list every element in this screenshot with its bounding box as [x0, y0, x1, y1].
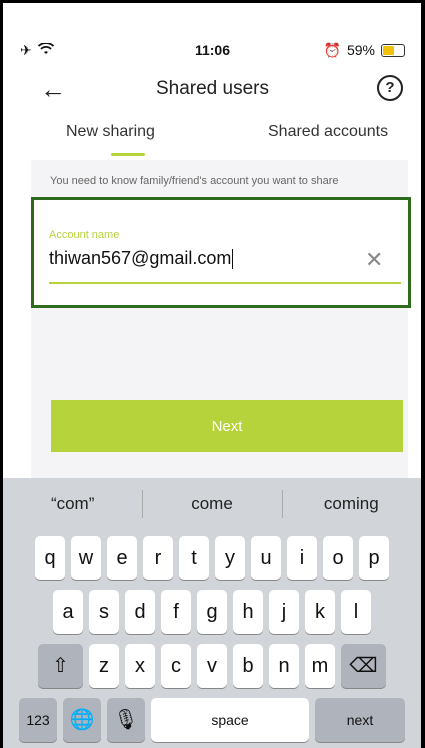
key[interactable]: l — [341, 590, 371, 634]
suggestion-item[interactable]: coming — [281, 478, 421, 530]
key[interactable]: s — [89, 590, 119, 634]
key-row-4: 123 🌐 🎙 space next — [3, 698, 421, 742]
key[interactable]: t — [179, 536, 209, 580]
next-button[interactable]: Next — [51, 400, 403, 452]
account-name-input[interactable]: thiwan567@gmail.com — [49, 248, 234, 270]
key[interactable]: j — [269, 590, 299, 634]
app-screen: ✈ 11:06 ⏰ 59% ← Shared users ? New shari… — [0, 0, 425, 748]
microphone-key-icon[interactable]: 🎙 — [107, 698, 145, 742]
suggestion-item[interactable]: “com” — [3, 478, 142, 530]
shift-key-icon[interactable]: ⇧ — [38, 644, 83, 688]
key[interactable]: k — [305, 590, 335, 634]
key[interactable]: z — [89, 644, 119, 688]
key-row-2: a s d f g h j k l — [3, 590, 421, 634]
key[interactable]: u — [251, 536, 281, 580]
numbers-key[interactable]: 123 — [19, 698, 57, 742]
key[interactable]: c — [161, 644, 191, 688]
help-icon[interactable]: ? — [377, 75, 403, 101]
key[interactable]: h — [233, 590, 263, 634]
key-row-1: q w e r t y u i o p — [3, 536, 421, 580]
key[interactable]: e — [107, 536, 137, 580]
key[interactable]: m — [305, 644, 335, 688]
keyboard: “com” come coming q w e r t y u i o p a … — [3, 478, 421, 748]
key[interactable]: p — [359, 536, 389, 580]
text-cursor — [232, 249, 234, 270]
key[interactable]: f — [161, 590, 191, 634]
suggestion-item[interactable]: come — [142, 478, 281, 530]
suggestion-bar: “com” come coming — [3, 478, 421, 530]
key[interactable]: r — [143, 536, 173, 580]
key[interactable]: o — [323, 536, 353, 580]
key[interactable]: x — [125, 644, 155, 688]
page-title: Shared users — [155, 78, 269, 99]
input-underline — [49, 282, 401, 284]
backspace-key-icon[interactable]: ⌫ — [341, 644, 386, 688]
key[interactable]: q — [35, 536, 65, 580]
nav-bar: ← Shared users ? — [0, 70, 425, 110]
tab-new-sharing[interactable]: New sharing — [66, 123, 155, 141]
clear-icon[interactable]: ✕ — [365, 247, 383, 273]
key[interactable]: v — [197, 644, 227, 688]
key[interactable]: g — [197, 590, 227, 634]
key[interactable]: w — [71, 536, 101, 580]
account-name-value: thiwan567@gmail.com — [49, 248, 232, 268]
frame-border-left — [0, 0, 3, 748]
active-tab-indicator — [111, 153, 145, 156]
frame-border-right — [421, 0, 425, 748]
hint-text: You need to know family/friend's account… — [50, 175, 339, 187]
status-bar: ✈ 11:06 ⏰ 59% — [20, 40, 405, 60]
battery-icon — [381, 43, 405, 57]
status-time: 11:06 — [194, 42, 231, 58]
key[interactable]: i — [287, 536, 317, 580]
key[interactable]: d — [125, 590, 155, 634]
key[interactable]: b — [233, 644, 263, 688]
account-name-label: Account name — [49, 229, 120, 241]
keyboard-next-key[interactable]: next — [315, 698, 405, 742]
tab-bar: New sharing Shared accounts — [0, 115, 425, 160]
key[interactable]: a — [53, 590, 83, 634]
key[interactable]: n — [269, 644, 299, 688]
globe-key-icon[interactable]: 🌐 — [63, 698, 101, 742]
tab-shared-accounts[interactable]: Shared accounts — [268, 123, 388, 141]
key-row-3: ⇧ z x c v b n m ⌫ — [3, 644, 421, 688]
frame-border-top — [0, 0, 425, 3]
key[interactable]: y — [215, 536, 245, 580]
space-key[interactable]: space — [151, 698, 309, 742]
